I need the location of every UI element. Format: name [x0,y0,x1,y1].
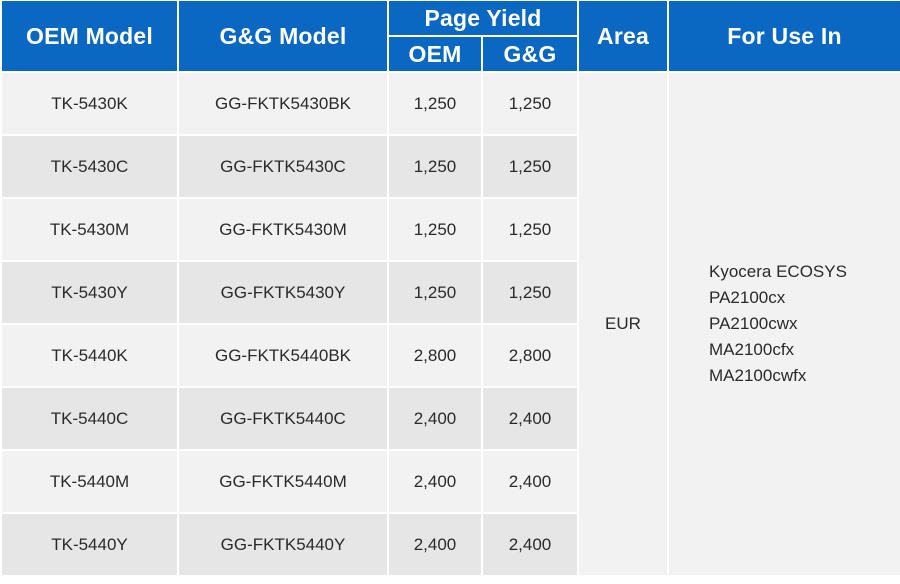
printer-brand: Kyocera ECOSYS [709,262,847,281]
gg-model-cell: GG-FKTK5430Y [179,262,387,323]
header-page-yield: Page Yield [389,1,577,35]
header-gg-model: G&G Model [179,1,387,71]
oem-model-cell: TK-5430C [2,136,177,197]
header-oem-model: OEM Model [2,1,177,71]
oem-model-cell: TK-5440K [2,325,177,386]
yield-gg-cell: 2,800 [483,325,577,386]
oem-model-cell: TK-5430Y [2,262,177,323]
yield-oem-cell: 1,250 [389,199,481,260]
header-yield-oem: OEM [389,37,481,71]
oem-model-cell: TK-5430M [2,199,177,260]
table-row: TK-5430K GG-FKTK5430BK 1,250 1,250 EUR K… [2,73,900,575]
yield-gg-cell: 2,400 [483,388,577,449]
gg-model-cell: GG-FKTK5440M [179,451,387,512]
gg-model-cell: GG-FKTK5440BK [179,325,387,386]
yield-oem-cell: 1,250 [389,136,481,197]
oem-model-cell: TK-5440M [2,451,177,512]
yield-oem-cell: 2,400 [389,514,481,575]
oem-model-cell: TK-5430K [2,73,177,134]
header-yield-gg: G&G [483,37,577,71]
yield-gg-cell: 1,250 [483,136,577,197]
yield-gg-cell: 1,250 [483,73,577,134]
gg-model-cell: GG-FKTK5440C [179,388,387,449]
yield-gg-cell: 1,250 [483,199,577,260]
printer-model: MA2100cwfx [709,366,807,385]
gg-model-cell: GG-FKTK5430C [179,136,387,197]
compatibility-table: OEM Model G&G Model Page Yield Area For … [0,0,900,577]
yield-oem-cell: 1,250 [389,73,481,134]
yield-gg-cell: 2,400 [483,451,577,512]
yield-oem-cell: 2,400 [389,451,481,512]
yield-gg-cell: 1,250 [483,262,577,323]
yield-oem-cell: 2,800 [389,325,481,386]
printer-model: PA2100cx [709,288,786,307]
gg-model-cell: GG-FKTK5440Y [179,514,387,575]
header-area: Area [579,1,667,71]
header-for-use-in: For Use In [669,1,900,71]
table-header: OEM Model G&G Model Page Yield Area For … [2,1,900,71]
gg-model-cell: GG-FKTK5430M [179,199,387,260]
yield-oem-cell: 1,250 [389,262,481,323]
printer-model: MA2100cfx [709,340,795,359]
oem-model-cell: TK-5440C [2,388,177,449]
gg-model-cell: GG-FKTK5430BK [179,73,387,134]
yield-oem-cell: 2,400 [389,388,481,449]
table-body: TK-5430K GG-FKTK5430BK 1,250 1,250 EUR K… [2,73,900,575]
yield-gg-cell: 2,400 [483,514,577,575]
printer-model: PA2100cwx [709,314,798,333]
oem-model-cell: TK-5440Y [2,514,177,575]
area-cell: EUR [579,73,667,575]
for-use-in-cell: Kyocera ECOSYS PA2100cx PA2100cwx MA2100… [669,73,900,575]
